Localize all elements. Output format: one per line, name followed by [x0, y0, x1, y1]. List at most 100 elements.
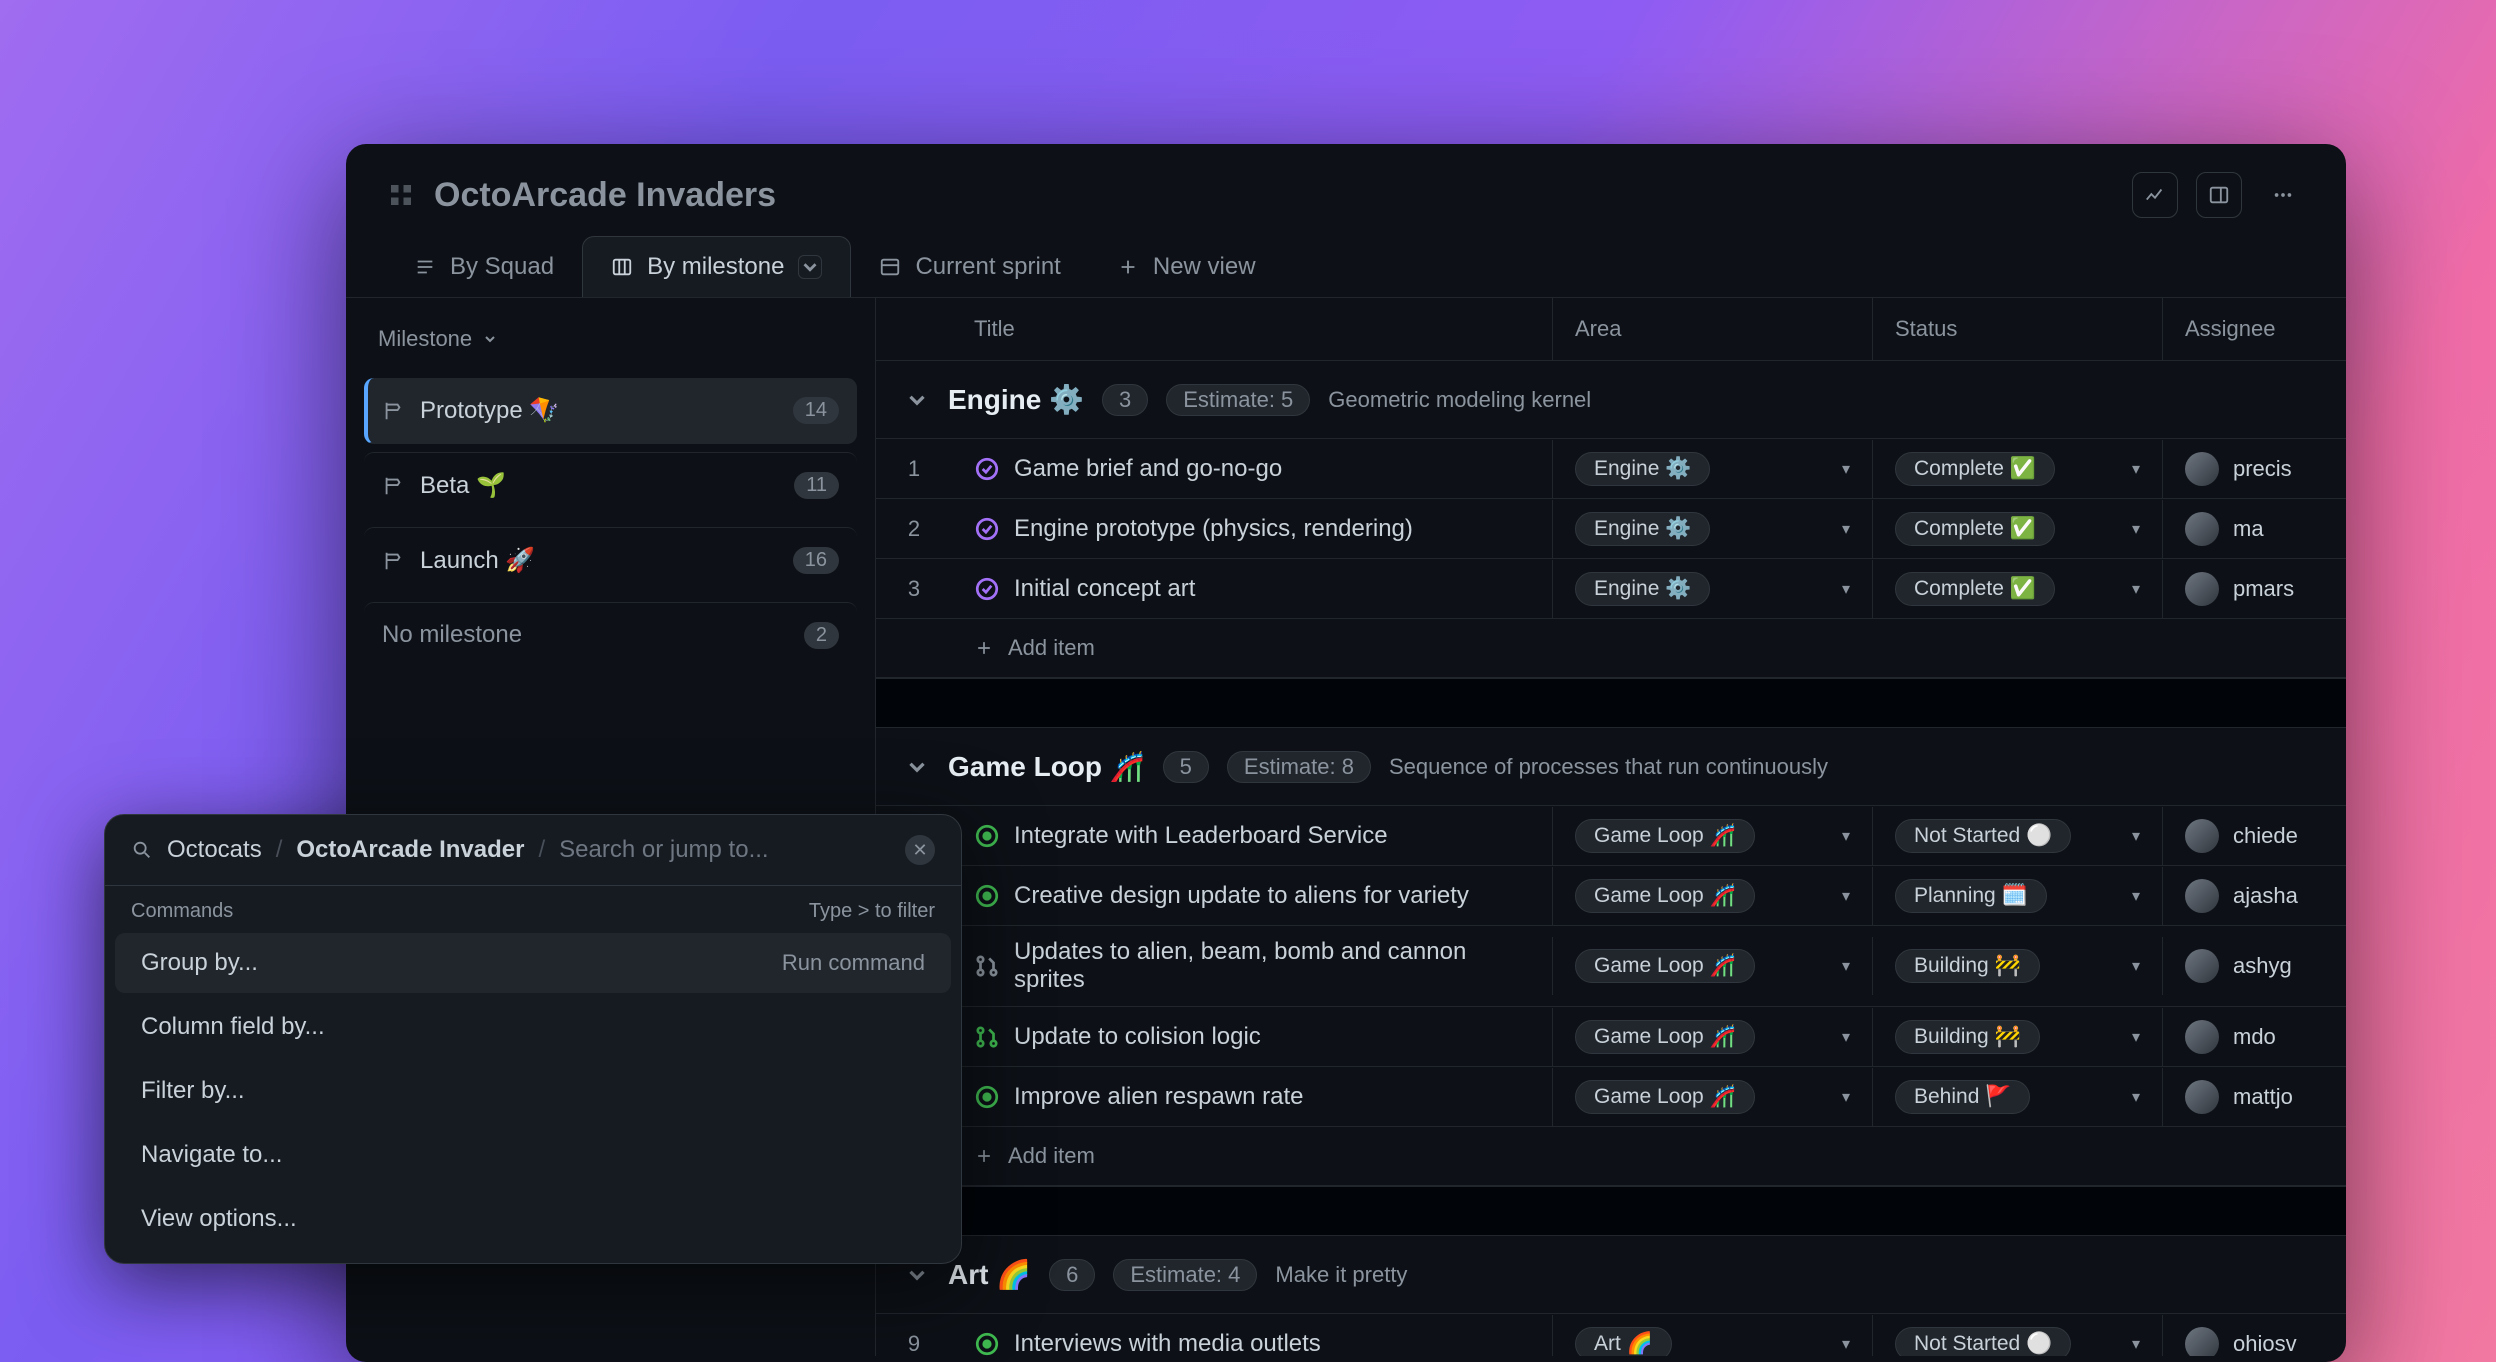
table-row[interactable]: 6 Updates to alien, beam, bomb and canno… — [876, 926, 2346, 1007]
cell-status[interactable]: Building 🚧▾ — [1872, 1008, 2162, 1066]
plus-icon — [974, 1146, 994, 1166]
palette-item[interactable]: View options... — [115, 1189, 951, 1249]
cell-status[interactable]: Not Started ⚪▾ — [1872, 807, 2162, 865]
table-row[interactable]: 1 Game brief and go-no-go Engine ⚙️▾ Com… — [876, 439, 2346, 499]
table-row[interactable]: 4 Integrate with Leaderboard Service Gam… — [876, 806, 2346, 866]
milestone-icon — [382, 550, 404, 572]
cell-status[interactable]: Behind 🚩▾ — [1872, 1068, 2162, 1126]
group-name: Art 🌈 — [948, 1258, 1031, 1291]
group-estimate: Estimate: 8 — [1227, 751, 1371, 783]
cell-title[interactable]: Engine prototype (physics, rendering) — [952, 503, 1552, 555]
sidebar-item-no-milestone[interactable]: No milestone 2 — [364, 602, 857, 668]
cell-title[interactable]: Creative design update to aliens for var… — [952, 870, 1552, 922]
cell-status[interactable]: Complete ✅▾ — [1872, 500, 2162, 558]
breadcrumb[interactable]: OctoArcade Invader — [296, 836, 524, 864]
cell-title[interactable]: Initial concept art — [952, 563, 1552, 615]
cell-status[interactable]: Not Started ⚪▾ — [1872, 1315, 2162, 1357]
col-assignee[interactable]: Assignee — [2162, 298, 2346, 360]
sidebar-item-label: Launch 🚀 — [420, 546, 777, 575]
tab-by-milestone[interactable]: By milestone — [582, 236, 851, 297]
cell-assignee[interactable]: chiede — [2162, 807, 2346, 865]
cell-assignee[interactable]: precis — [2162, 440, 2346, 498]
sidebar-item-beta[interactable]: Beta 🌱 11 — [364, 452, 857, 519]
sidebar-item-launch[interactable]: Launch 🚀 16 — [364, 527, 857, 594]
row-index: 1 — [876, 456, 952, 482]
sidebar-heading[interactable]: Milestone — [364, 318, 857, 370]
cell-title[interactable]: Integrate with Leaderboard Service — [952, 810, 1552, 862]
cell-area[interactable]: Engine ⚙️▾ — [1552, 560, 1872, 618]
cell-title[interactable]: Game brief and go-no-go — [952, 443, 1552, 495]
cell-title[interactable]: Improve alien respawn rate — [952, 1071, 1552, 1123]
cell-area[interactable]: Engine ⚙️▾ — [1552, 440, 1872, 498]
table-row[interactable]: 3 Initial concept art Engine ⚙️▾ Complet… — [876, 559, 2346, 619]
new-view-button[interactable]: New view — [1089, 237, 1284, 297]
cell-area[interactable]: Game Loop 🎢▾ — [1552, 867, 1872, 925]
group-header[interactable]: Game Loop 🎢 5 Estimate: 8 Sequence of pr… — [876, 728, 2346, 806]
cell-assignee[interactable]: ajasha — [2162, 867, 2346, 925]
sidebar-item-label: Prototype 🪁 — [420, 396, 777, 425]
cell-area[interactable]: Game Loop 🎢▾ — [1552, 1068, 1872, 1126]
row-index: 3 — [876, 576, 952, 602]
tab-label: By Squad — [450, 253, 554, 281]
milestone-icon — [382, 475, 404, 497]
tab-menu-caret[interactable] — [798, 255, 822, 279]
cell-assignee[interactable]: ma — [2162, 500, 2346, 558]
insights-button[interactable] — [2132, 172, 2178, 218]
group-header[interactable]: Art 🌈 6 Estimate: 4 Make it pretty — [876, 1236, 2346, 1314]
group-estimate: Estimate: 5 — [1166, 384, 1310, 416]
more-menu-button[interactable] — [2260, 172, 2306, 218]
tab-current-sprint[interactable]: Current sprint — [851, 237, 1088, 297]
new-view-label: New view — [1153, 253, 1256, 281]
sidebar-item-prototype[interactable]: Prototype 🪁 14 — [364, 378, 857, 444]
col-title[interactable]: Title — [952, 298, 1552, 360]
cell-assignee[interactable]: ashyg — [2162, 937, 2346, 995]
table-row[interactable]: 8 Improve alien respawn rate Game Loop 🎢… — [876, 1067, 2346, 1127]
command-palette[interactable]: Octocats / OctoArcade Invader / ✕ Comman… — [104, 814, 962, 1264]
table-row[interactable]: 2 Engine prototype (physics, rendering) … — [876, 499, 2346, 559]
cell-assignee[interactable]: ohiosv — [2162, 1315, 2346, 1357]
palette-item[interactable]: Navigate to... — [115, 1125, 951, 1185]
panel-toggle-button[interactable] — [2196, 172, 2242, 218]
cell-assignee[interactable]: pmars — [2162, 560, 2346, 618]
cell-area[interactable]: Game Loop 🎢▾ — [1552, 1008, 1872, 1066]
table-row[interactable]: 5 Creative design update to aliens for v… — [876, 866, 2346, 926]
cell-title[interactable]: Updates to alien, beam, bomb and cannon … — [952, 926, 1552, 1006]
cell-status[interactable]: Complete ✅▾ — [1872, 440, 2162, 498]
tab-by-squad[interactable]: By Squad — [386, 237, 582, 297]
cell-title[interactable]: Update to colision logic — [952, 1011, 1552, 1063]
chevron-down-icon — [904, 1262, 930, 1288]
group-header[interactable]: Engine ⚙️ 3 Estimate: 5 Geometric modeli… — [876, 361, 2346, 439]
cell-area[interactable]: Art 🌈▾ — [1552, 1315, 1872, 1357]
row-index: 2 — [876, 516, 952, 542]
table-row[interactable]: 9 Interviews with media outlets Art 🌈▾ N… — [876, 1314, 2346, 1356]
add-item-button[interactable]: Add item — [876, 619, 2346, 678]
sidebar-item-count: 14 — [793, 397, 839, 424]
palette-item[interactable]: Filter by... — [115, 1061, 951, 1121]
breadcrumb[interactable]: Octocats — [167, 836, 262, 864]
palette-run-hint: Run command — [782, 950, 925, 976]
palette-input[interactable] — [559, 836, 891, 864]
palette-item[interactable]: Group by...Run command — [115, 933, 951, 993]
table-row[interactable]: 7 Update to colision logic Game Loop 🎢▾ … — [876, 1007, 2346, 1067]
chevron-down-icon — [904, 387, 930, 413]
add-item-button[interactable]: Add item — [876, 1127, 2346, 1186]
cell-assignee[interactable]: mdo — [2162, 1008, 2346, 1066]
cell-status[interactable]: Building 🚧▾ — [1872, 937, 2162, 995]
palette-section-label: Commands — [131, 900, 233, 923]
clear-button[interactable]: ✕ — [905, 835, 935, 865]
palette-item[interactable]: Column field by... — [115, 997, 951, 1057]
sidebar-item-count: 2 — [804, 622, 839, 649]
cell-area[interactable]: Game Loop 🎢▾ — [1552, 807, 1872, 865]
col-status[interactable]: Status — [1872, 298, 2162, 360]
group-desc: Sequence of processes that run continuou… — [1389, 754, 1828, 780]
cell-assignee[interactable]: mattjo — [2162, 1068, 2346, 1126]
sidebar-item-label: No milestone — [382, 621, 788, 649]
cell-status[interactable]: Planning 🗓️▾ — [1872, 867, 2162, 925]
col-area[interactable]: Area — [1552, 298, 1872, 360]
cell-title[interactable]: Interviews with media outlets — [952, 1318, 1552, 1357]
cell-status[interactable]: Complete ✅▾ — [1872, 560, 2162, 618]
cell-area[interactable]: Engine ⚙️▾ — [1552, 500, 1872, 558]
palette-filter-hint: Type > to filter — [809, 900, 935, 923]
group-name: Engine ⚙️ — [948, 383, 1084, 416]
cell-area[interactable]: Game Loop 🎢▾ — [1552, 937, 1872, 995]
